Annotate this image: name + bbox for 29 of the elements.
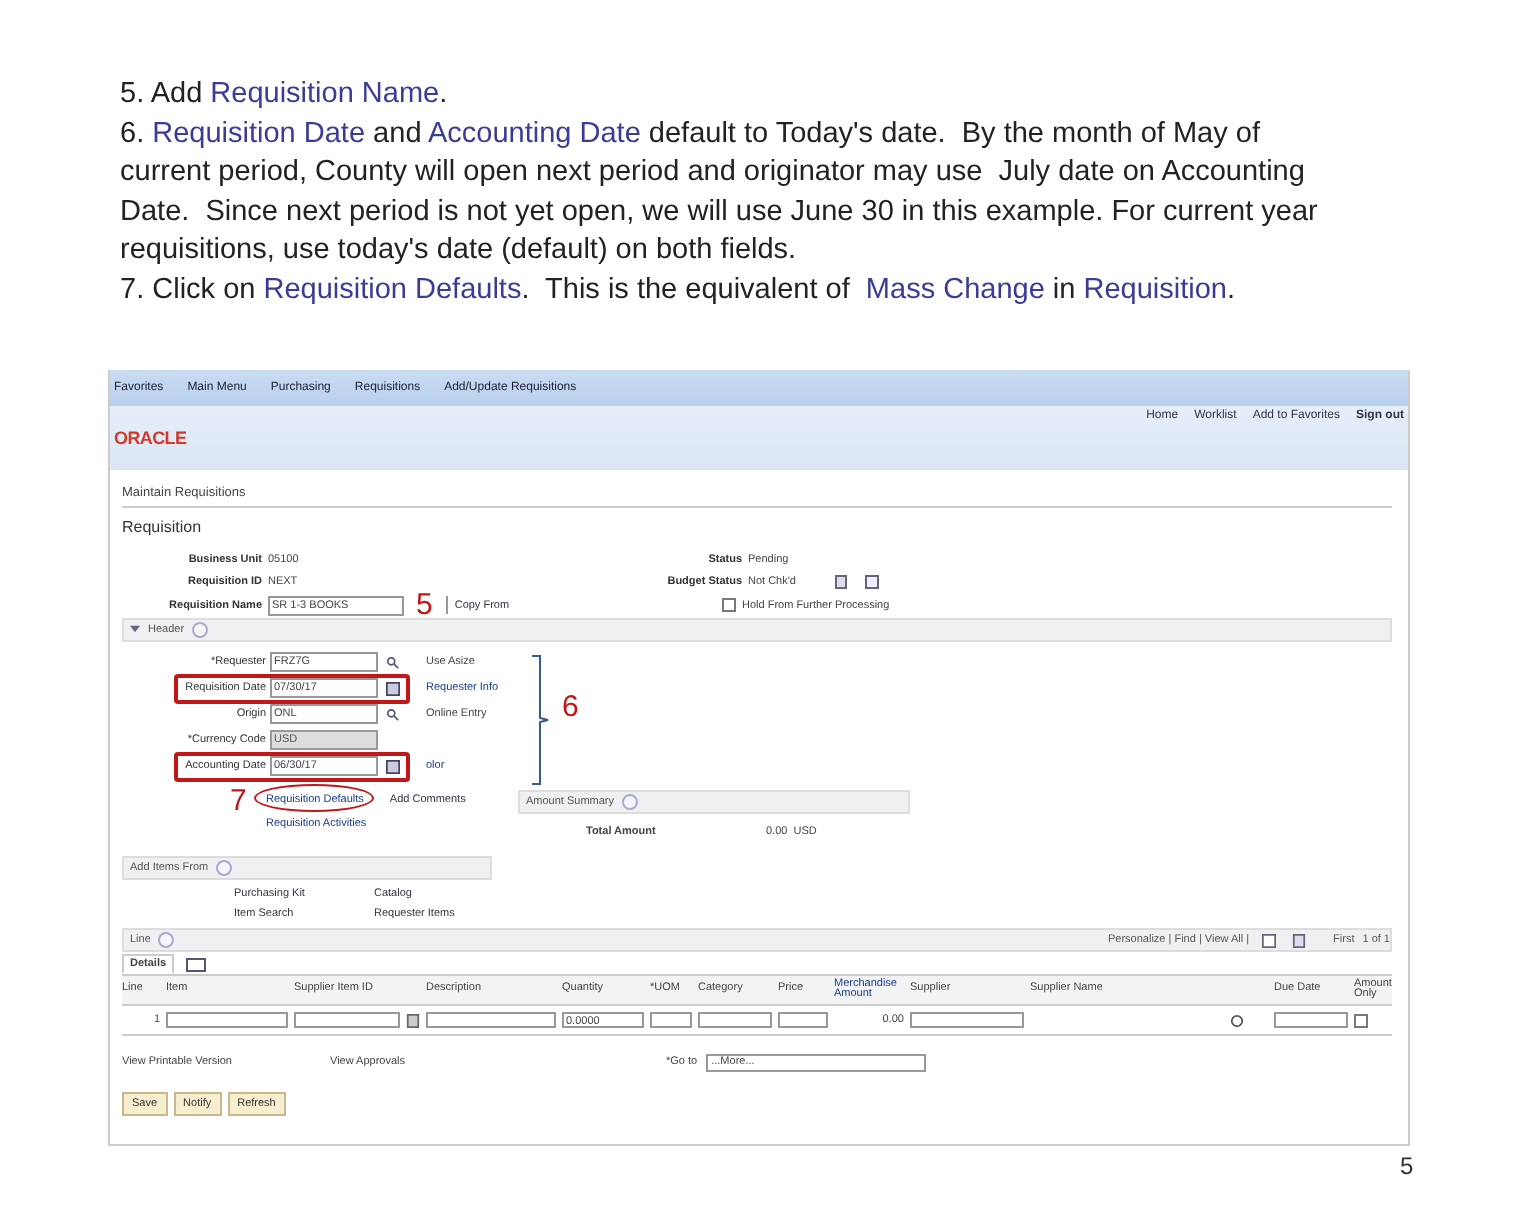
- input-field[interactable]: [166, 1012, 288, 1028]
- page-title: Requisition: [122, 518, 204, 536]
- calendar-icon[interactable]: [386, 681, 400, 695]
- collapse-triangle-icon[interactable]: [130, 624, 140, 634]
- document-icon[interactable]: [406, 1013, 420, 1027]
- instruction-text: 6. Requisition Date and Accounting Date default to Today's date. By the month of May of current period, County will open next period and originator may use July date on Accounting Date. Since next period is not yet open, we will use June 30 in this example. For current year requisitions, use today's date (default) on both fields.: [120, 115, 1320, 270]
- page-number: 5: [1400, 1152, 1414, 1180]
- logo: ORACLE: [114, 428, 187, 448]
- input-field[interactable]: [650, 1012, 692, 1028]
- callout-number: 5: [416, 593, 433, 618]
- search-icon[interactable]: [386, 707, 400, 721]
- input-field[interactable]: [910, 1012, 1024, 1028]
- input-field[interactable]: [294, 1012, 400, 1028]
- instruction-text: 7. Click on Requisition Defaults. This is the equivalent of Mass Change in Requisition.: [120, 271, 1238, 309]
- checkbox[interactable]: [1354, 1013, 1368, 1027]
- input-field[interactable]: [698, 1012, 772, 1028]
- highlight-ellipse: [254, 783, 374, 811]
- grid-icon[interactable]: [186, 957, 207, 971]
- callout-number: 7: [230, 789, 247, 813]
- input-field[interactable]: [778, 1012, 828, 1028]
- calendar-icon[interactable]: [386, 759, 400, 773]
- bracket-drawing: [530, 653, 550, 785]
- input-field[interactable]: [426, 1012, 556, 1028]
- callout-number: 6: [562, 695, 579, 719]
- instruction-text: 5. Add Requisition Name.: [120, 76, 450, 114]
- grid-icon[interactable]: [1261, 933, 1276, 947]
- date-field[interactable]: [1274, 1012, 1348, 1028]
- search-icon[interactable]: [386, 655, 400, 669]
- checkbox[interactable]: [722, 598, 736, 613]
